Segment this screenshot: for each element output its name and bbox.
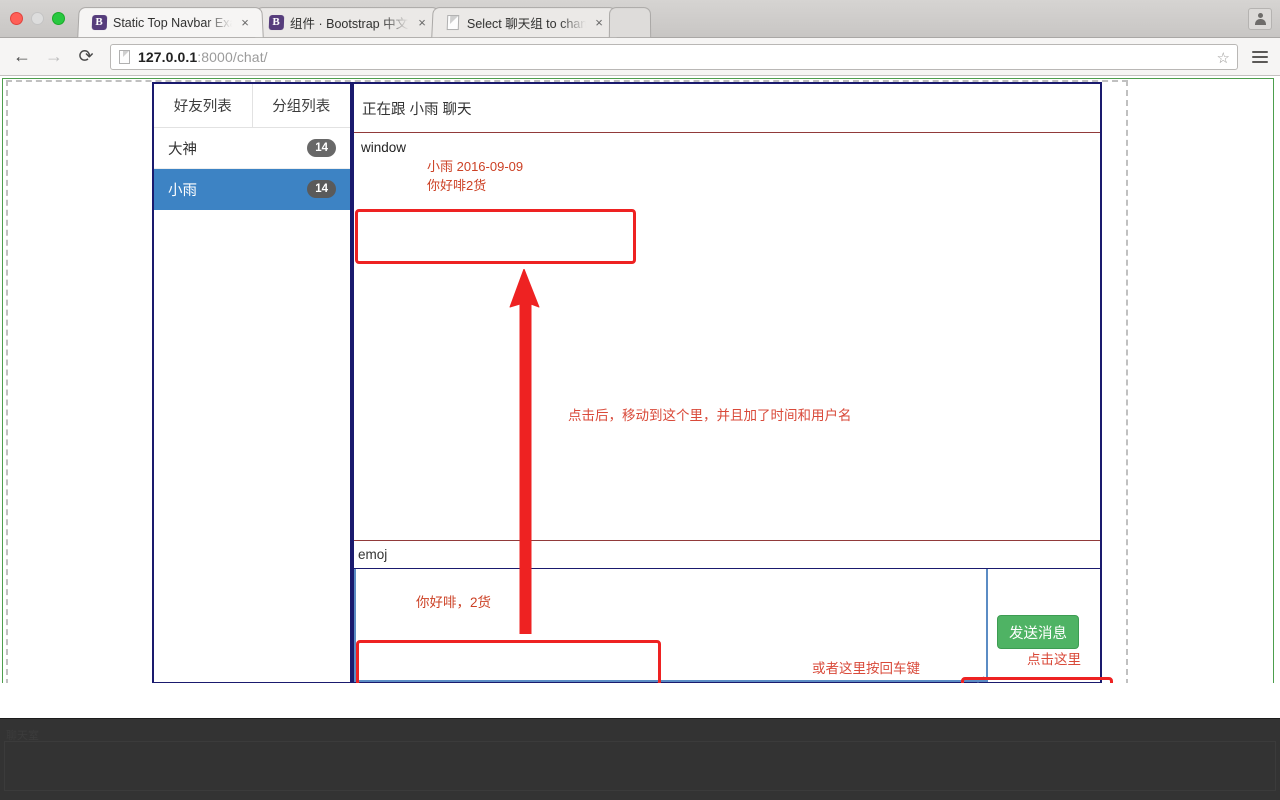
tab-friend-list[interactable]: 好友列表 (154, 84, 252, 127)
bootstrap-b-icon: B (268, 15, 285, 31)
tab-strip: B Static Top Navbar Example × B 组件 · Boo… (77, 5, 652, 38)
friend-list-panel: 好友列表 分组列表 大神 14 小雨 14 (152, 82, 352, 684)
back-button[interactable]: ← (8, 43, 36, 71)
browser-tab-1[interactable]: B Static Top Navbar Example × (77, 7, 264, 38)
close-window-button[interactable] (10, 12, 23, 25)
reload-button[interactable]: ⟳ (72, 43, 100, 71)
zoom-window-button[interactable] (52, 12, 65, 25)
message-input[interactable]: 你好啡，2货 (354, 569, 988, 684)
unread-badge: 14 (307, 139, 336, 157)
page-viewport: 好友列表 分组列表 大神 14 小雨 14 正在跟 小雨 聊天 window 小… (0, 76, 1280, 721)
chat-panel: 正在跟 小雨 聊天 window 小雨 2016-09-09 你好啡2货 emo… (352, 82, 1102, 684)
minimize-window-button[interactable] (31, 12, 44, 25)
message-meta: 小雨 2016-09-09 (427, 159, 524, 174)
console-strip: 聊天室 (0, 718, 1280, 800)
friend-list-tabs: 好友列表 分组列表 (154, 84, 350, 128)
person-icon (1254, 12, 1267, 26)
emoji-bar[interactable]: emoj (354, 541, 1100, 569)
url-text: 127.0.0.1:8000/chat/ (138, 49, 268, 65)
profile-avatar-button[interactable] (1248, 8, 1272, 30)
console-inner-frame (4, 741, 1276, 791)
tab-title: Select 聊天组 to change | D (466, 17, 587, 32)
title-bar: B Static Top Navbar Example × B 组件 · Boo… (0, 0, 1280, 38)
page-doc-icon (445, 15, 462, 31)
friend-list-item-selected[interactable]: 小雨 14 (154, 169, 350, 210)
unread-badge: 14 (307, 180, 336, 198)
tab-title: 组件 · Bootstrap 中文文档 (289, 17, 410, 32)
page-info-icon (119, 49, 130, 64)
message-item: window 小雨 2016-09-09 你好啡2货 (355, 135, 636, 203)
browser-tab-2[interactable]: B 组件 · Bootstrap 中文文档 × (254, 7, 441, 38)
browser-window: B Static Top Navbar Example × B 组件 · Boo… (0, 0, 1280, 800)
message-text: 你好啡2货 (427, 178, 487, 193)
close-icon[interactable]: × (592, 15, 607, 30)
message-window-label: window (361, 140, 407, 155)
close-icon[interactable]: × (238, 15, 253, 30)
bootstrap-b-icon: B (91, 15, 108, 31)
hamburger-menu-icon[interactable] (1248, 45, 1272, 69)
navigation-toolbar: ← → ⟳ 127.0.0.1:8000/chat/ ☆ (0, 38, 1280, 76)
tab-title: Static Top Navbar Example (112, 15, 233, 30)
address-bar[interactable]: 127.0.0.1:8000/chat/ ☆ (110, 43, 1238, 70)
bookmark-star-icon[interactable]: ☆ (1217, 49, 1230, 67)
message-list[interactable]: window 小雨 2016-09-09 你好啡2货 (354, 133, 1100, 541)
tab-group-list[interactable]: 分组列表 (251, 84, 351, 127)
window-controls (10, 12, 65, 25)
browser-tab-3[interactable]: Select 聊天组 to change | D × (431, 7, 618, 38)
friend-list-item[interactable]: 大神 14 (154, 128, 350, 169)
friend-name: 大神 (168, 141, 197, 158)
chat-header-title: 正在跟 小雨 聊天 (354, 84, 1100, 133)
resize-handle-icon[interactable] (973, 667, 985, 684)
url-host: 127.0.0.1 (138, 48, 198, 65)
send-message-button[interactable]: 发送消息 (997, 615, 1079, 649)
forward-button[interactable]: → (40, 43, 68, 71)
friend-name: 小雨 (168, 182, 197, 199)
compose-area: 你好啡，2货 发送消息 (354, 569, 1100, 684)
new-tab-button[interactable] (608, 7, 652, 38)
compose-actions: 发送消息 (988, 569, 1100, 682)
url-path: :8000/chat/ (197, 48, 268, 65)
close-icon[interactable]: × (415, 15, 430, 30)
page-bottom-gap (0, 683, 1280, 718)
